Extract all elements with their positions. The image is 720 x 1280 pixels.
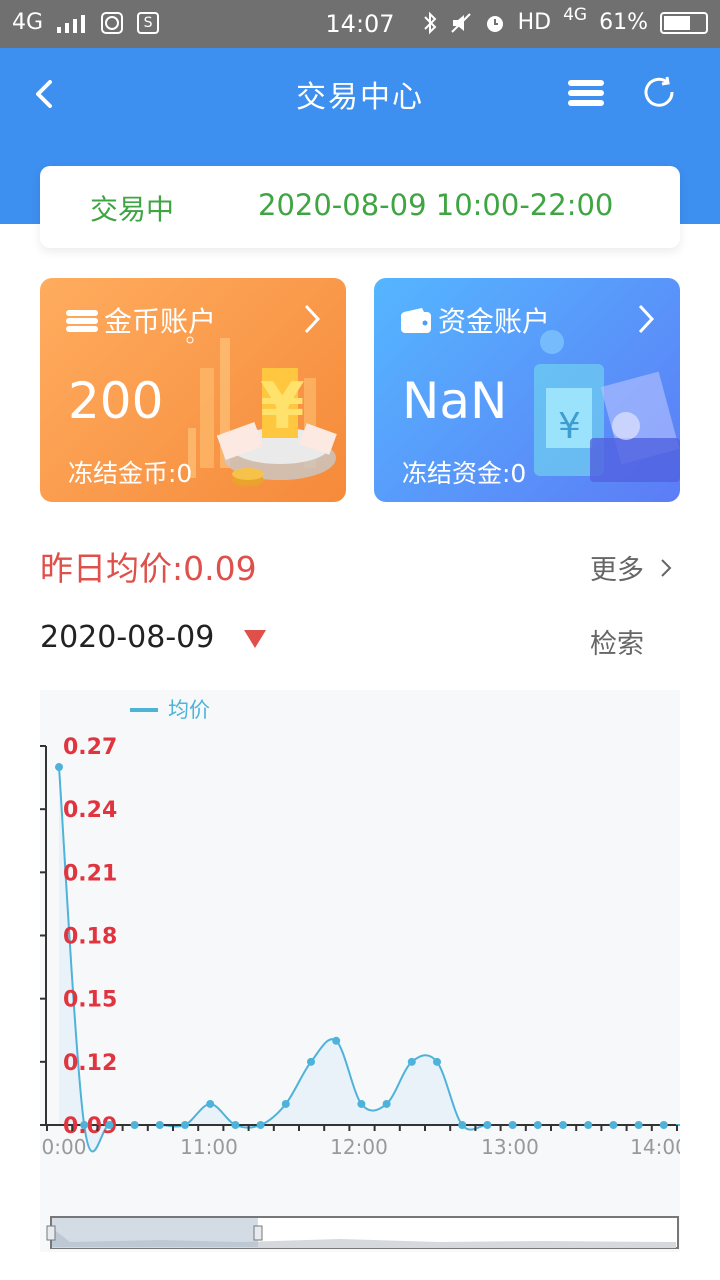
y-tick-label: 0.18	[63, 925, 117, 950]
data-point	[483, 1121, 492, 1129]
gold-account-title: 金币账户	[104, 305, 217, 338]
svg-text:¥: ¥	[558, 406, 581, 447]
bluetooth-icon	[423, 11, 437, 34]
data-point	[332, 1036, 341, 1045]
data-point	[155, 1121, 164, 1129]
chevron-right-icon	[660, 559, 672, 577]
refresh-icon	[644, 76, 674, 107]
data-point	[508, 1121, 517, 1129]
zoom-slider-window[interactable]	[52, 1218, 258, 1247]
battery-percent: 61%	[599, 10, 648, 35]
fund-balance: NaN	[402, 372, 508, 430]
y-tick-label: 0.21	[63, 861, 117, 886]
legend-label: 均价	[168, 698, 210, 722]
stack-icon	[568, 80, 604, 106]
date-selector[interactable]: 2020-08-09	[40, 620, 214, 655]
y-tick-label: 0.15	[63, 988, 117, 1013]
data-point	[458, 1121, 467, 1129]
y-tick-label: 0.27	[63, 735, 117, 760]
data-point	[231, 1121, 240, 1129]
gold-frozen: 冻结金币:0	[68, 459, 193, 488]
data-point	[55, 763, 63, 772]
x-tick-label: 11:00	[180, 1135, 238, 1159]
data-point	[105, 1121, 114, 1129]
zoom-slider-right-handle[interactable]	[253, 1225, 263, 1241]
trade-state: 交易中	[90, 193, 175, 226]
data-point	[659, 1121, 668, 1129]
data-point	[433, 1057, 441, 1066]
trade-time-range: 2020-08-09 10:00-22:00	[258, 188, 614, 222]
page-title: 交易中心	[296, 80, 424, 115]
data-point	[559, 1121, 567, 1129]
gold-account-card[interactable]: ¥ 金币账户 200 冻结金币:0	[40, 278, 346, 502]
mute-icon	[450, 12, 471, 33]
fund-account-card[interactable]: ¥ 资金账户 NaN 冻结资金:0	[374, 278, 680, 502]
trade-status-card: 交易中 2020-08-09 10:00-22:00	[40, 166, 680, 248]
status-bar-right: HD 4G 61%	[422, 5, 708, 35]
x-tick-label: 13:00	[481, 1135, 539, 1159]
x-tick-label: 12:00	[330, 1135, 388, 1159]
chevron-right-icon	[636, 302, 656, 345]
data-point	[634, 1121, 643, 1129]
data-point	[181, 1121, 189, 1129]
price-chart: 均价 0.27 0.24 0.21 0.18 0.15 0.12 0.09 0:00 11:00 1…	[40, 690, 693, 1252]
chart-svg: 均价0.270.240.210.180.150.120.090:00 11:00 1…	[40, 698, 693, 1249]
y-tick-label: 0.24	[63, 798, 117, 823]
data-point	[307, 1057, 315, 1066]
fund-frozen: 冻结资金:0	[402, 459, 527, 488]
fund-account-title: 资金账户	[438, 305, 551, 338]
data-point	[584, 1121, 593, 1129]
battery-icon	[660, 11, 708, 34]
series-line	[58, 766, 689, 1153]
data-point	[281, 1099, 290, 1108]
zoom-slider-left-handle[interactable]	[46, 1225, 56, 1241]
more-link[interactable]: 更多	[590, 548, 673, 587]
svg-text:¥: ¥	[260, 370, 305, 444]
menu-button[interactable]	[566, 78, 606, 108]
hd-label: HD	[517, 10, 552, 35]
data-point	[80, 1121, 89, 1129]
data-point	[382, 1099, 391, 1108]
x-tick-label: 14:00	[630, 1135, 680, 1159]
data-point	[357, 1099, 366, 1108]
status-bar: 4G S 14:07 HD 4G 61%	[0, 0, 720, 48]
coin-stack-icon	[66, 310, 98, 332]
data-point	[407, 1057, 416, 1066]
data-point	[256, 1121, 265, 1129]
wallet-icon	[401, 308, 431, 333]
data-point	[206, 1099, 215, 1108]
network-label-2: 4G	[563, 4, 588, 25]
data-point	[533, 1121, 542, 1129]
x-tick-label: 0:00	[42, 1135, 87, 1159]
gold-balance: 200	[68, 372, 164, 430]
data-point	[130, 1121, 139, 1129]
alarm-icon	[486, 15, 503, 32]
search-button[interactable]: 检索	[590, 622, 644, 661]
data-point	[609, 1121, 618, 1129]
more-label: 更多	[590, 555, 644, 586]
triangle-down-icon[interactable]	[242, 628, 268, 650]
chevron-right-icon	[302, 302, 322, 345]
yesterday-average-price: 昨日均价:0.09	[40, 549, 257, 588]
refresh-button[interactable]	[640, 74, 680, 110]
y-tick-label: 0.12	[63, 1051, 117, 1076]
series-area	[59, 767, 689, 1152]
